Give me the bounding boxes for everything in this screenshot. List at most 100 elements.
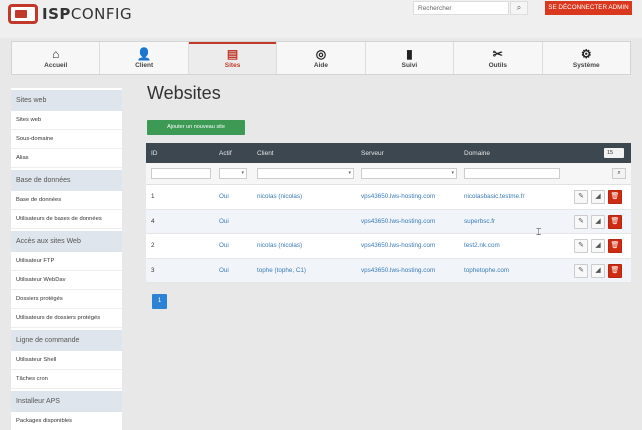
per-page-select[interactable]: 15 [604, 148, 624, 158]
edit-icon[interactable]: ✎ [574, 214, 588, 229]
row-actions: ✎ ◢ 🗑 [574, 239, 622, 253]
sidebar-item[interactable]: Utilisateurs de bases de données [11, 210, 122, 229]
nav-client[interactable]: 👤 Client [100, 42, 189, 74]
col-server[interactable]: Serveur [361, 150, 384, 157]
filter-active-select[interactable]: ▾ [219, 168, 247, 179]
sidebar-item[interactable]: Utilisateurs de dossiers protégés [11, 309, 122, 328]
cell-active[interactable]: Oui [219, 218, 229, 225]
top-bar: ISPCONFIG Rechercher ⌕ SE DÉCONNECTER AD… [0, 0, 642, 38]
sidebar-section-header: Sites web [11, 90, 122, 111]
stats-icon[interactable]: ◢ [591, 214, 605, 229]
sidebar-item[interactable]: Sites web [11, 111, 122, 130]
mouse-cursor-icon: ⌶ [536, 227, 542, 237]
cell-active[interactable]: Oui [219, 267, 229, 274]
sidebar-section-header: Ligne de commande [11, 330, 122, 351]
nav-outils[interactable]: ✂ Outils [454, 42, 543, 74]
row-actions: ✎ ◢ 🗑 [574, 214, 622, 229]
logout-button[interactable]: SE DÉCONNECTER ADMIN [545, 1, 632, 15]
sidebar-item[interactable]: Utilisateur WebDav [11, 271, 122, 290]
table-row[interactable]: 2 Oui nicolas (nicolas) vps43650.lws-hostin… [146, 234, 631, 259]
cell-client[interactable]: nicolas (nicolas) [257, 193, 302, 200]
filter-client-select[interactable]: ▾ [257, 168, 354, 179]
help-icon: ◎ [315, 47, 327, 61]
filter-server-select[interactable]: ▾ [361, 168, 457, 179]
cell-id: 2 [151, 242, 155, 249]
cell-domain[interactable]: tophetophe.com [464, 267, 509, 274]
search-input[interactable]: Rechercher [413, 1, 509, 15]
sidebar-section-header: Installeur APS [11, 391, 122, 412]
cell-server[interactable]: vps43650.lws-hosting.com [361, 218, 435, 225]
pagination-page[interactable]: 1 [152, 294, 167, 309]
sidebar-item[interactable]: Utilisateur Shell [11, 351, 122, 370]
cell-server[interactable]: vps43650.lws-hosting.com [361, 242, 435, 249]
sidebar-section-header: Accès aux sites Web [11, 231, 122, 252]
main-nav: ⌂ Accueil 👤 Client ▤ Sites ◎ Aide ▮ Suivi ✂ Outils ⚙… [11, 41, 631, 75]
system-icon: ⚙ [580, 47, 592, 61]
filter-search-icon[interactable]: ⌕ [612, 168, 626, 179]
sidebar-section-header: Base de données [11, 170, 122, 191]
cell-client[interactable]: tophe (tophe, C1) [257, 267, 306, 274]
edit-icon[interactable]: ✎ [574, 239, 588, 253]
nav-label: Suivi [401, 62, 418, 69]
col-id[interactable]: ID [151, 150, 158, 157]
sidebar-item[interactable]: Packages disponibles [11, 412, 122, 430]
table-row[interactable]: 3 Oui tophe (tophe, C1) vps43650.lws-hostin… [146, 258, 631, 283]
col-active[interactable]: Actif [219, 150, 232, 157]
cell-active[interactable]: Oui [219, 193, 229, 200]
cell-active[interactable]: Oui [219, 242, 229, 249]
cell-id: 4 [151, 217, 155, 225]
cell-id: 3 [151, 266, 155, 274]
sites-icon: ▤ [226, 47, 239, 61]
nav-accueil[interactable]: ⌂ Accueil [12, 42, 101, 74]
delete-icon[interactable]: 🗑 [608, 190, 622, 204]
sidebar-item[interactable]: Utilisateur FTP [11, 252, 122, 271]
filter-domain-input[interactable] [464, 168, 560, 179]
table-header: ID Actif Client Serveur Domaine 15 [146, 143, 631, 163]
logo-mark-icon [8, 4, 38, 24]
edit-icon[interactable]: ✎ [574, 190, 588, 204]
col-client[interactable]: Client [257, 150, 274, 157]
nav-sites[interactable]: ▤ Sites [188, 42, 278, 74]
cell-id: 1 [151, 193, 155, 200]
stats-icon[interactable]: ◢ [591, 190, 605, 204]
nav-suivi[interactable]: ▮ Suivi [366, 42, 455, 74]
nav-label: Client [135, 62, 154, 69]
tools-icon: ✂ [492, 47, 503, 61]
nav-aide[interactable]: ◎ Aide [277, 42, 366, 74]
stats-icon[interactable]: ◢ [591, 239, 605, 253]
nav-label: Accueil [44, 62, 68, 69]
websites-table: ID Actif Client Serveur Domaine 15 ▾ ▾ ▾… [146, 143, 631, 283]
delete-icon[interactable]: 🗑 [608, 263, 622, 278]
user-icon: 👤 [136, 47, 152, 61]
cell-server[interactable]: vps43650.lws-hosting.com [361, 267, 435, 274]
cell-domain[interactable]: test2.nk.com [464, 242, 500, 249]
delete-icon[interactable]: 🗑 [608, 239, 622, 253]
cell-domain[interactable]: superbsc.fr [464, 218, 495, 225]
col-domain[interactable]: Domaine [464, 150, 490, 157]
logo-text: ISPCONFIG [42, 5, 133, 23]
monitor-icon: ▮ [406, 47, 413, 61]
nav-label: Outils [488, 62, 508, 69]
search-icon[interactable]: ⌕ [510, 1, 528, 15]
row-actions: ✎ ◢ 🗑 [574, 263, 622, 278]
table-row[interactable]: 1 Oui nicolas (nicolas) vps43650.lws-hostin… [146, 185, 631, 210]
sidebar-item[interactable]: Tâches cron [11, 370, 122, 389]
cell-server[interactable]: vps43650.lws-hosting.com [361, 193, 435, 200]
sidebar-item[interactable]: Alias [11, 149, 122, 168]
sidebar: Sites web Sites web Sous-domaine Alias Base … [11, 88, 122, 430]
filter-id-input[interactable] [151, 168, 211, 179]
sidebar-item[interactable]: Dossiers protégés [11, 290, 122, 309]
filter-row: ▾ ▾ ▾ ⌕ [146, 163, 631, 185]
table-row[interactable]: 4 Oui vps43650.lws-hosting.com superbsc.fr ✎… [146, 209, 631, 234]
nav-label: Aide [313, 62, 329, 69]
stats-icon[interactable]: ◢ [591, 263, 605, 278]
sidebar-item[interactable]: Sous-domaine [11, 130, 122, 149]
ispconfig-logo[interactable]: ISPCONFIG [8, 4, 132, 24]
delete-icon[interactable]: 🗑 [608, 214, 622, 229]
cell-domain[interactable]: nicolasbasic.testme.fr [464, 193, 525, 200]
nav-système[interactable]: ⚙ Système [543, 42, 630, 74]
cell-client[interactable]: nicolas (nicolas) [257, 242, 302, 249]
add-website-button[interactable]: Ajouter un nouveau site [147, 120, 245, 135]
edit-icon[interactable]: ✎ [574, 263, 588, 278]
sidebar-item[interactable]: Base de données [11, 191, 122, 210]
